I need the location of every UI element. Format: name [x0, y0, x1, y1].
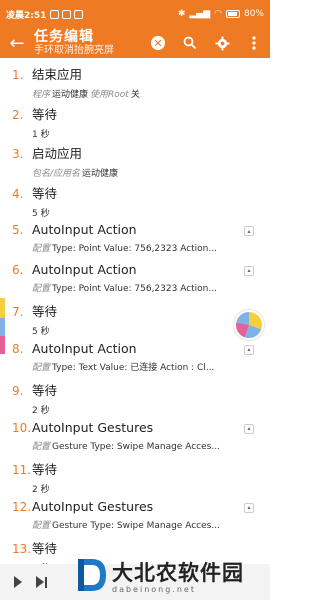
detail-value: Gesture Type: Swipe Manage Acces... [52, 441, 220, 452]
action-title: 等待 [32, 106, 58, 122]
list-item[interactable]: 8. AutoInput Action 配置 Type: Text Value: 已… [0, 337, 270, 377]
action-number: 1. [12, 68, 24, 82]
more-button[interactable] [238, 28, 270, 58]
more-vert-icon [252, 36, 256, 50]
action-number: 3. [12, 147, 24, 161]
play-icon[interactable] [14, 576, 22, 588]
gear-icon [214, 35, 230, 51]
detail-value: 2 秒 [32, 406, 50, 416]
search-icon [183, 36, 197, 50]
battery-level: 80% [243, 9, 264, 19]
detail-value: 1 秒 [32, 129, 50, 140]
action-number: 2. [12, 107, 24, 122]
notification-icon [74, 9, 84, 19]
detail-value: Type: Text Value: 已连接 Action : Cl... [52, 362, 215, 373]
action-number: 4. [12, 186, 24, 201]
detail-value: 5 秒 [32, 327, 50, 337]
list-item[interactable]: 10. AutoInput Gestures 配置 Gesture Type: Sw… [0, 416, 270, 456]
settings-button[interactable] [206, 28, 238, 58]
detail-label: 配置 [32, 244, 51, 254]
detail-value: Gesture Type: Swipe Manage Acces... [52, 520, 220, 531]
list-item[interactable]: 6. AutoInput Action 配置 Type: Point Value: … [0, 258, 270, 298]
app-bar: ← 任务编辑 手环取消抬腕亮屏 ✕ [0, 28, 270, 58]
detail-value: 运动健康 [52, 90, 89, 100]
action-title: AutoInput Gestures [32, 419, 154, 435]
detail-label: 配置 [32, 362, 51, 373]
action-number: 6. [12, 262, 24, 277]
list-item[interactable]: 9. 等待 2 秒 [0, 376, 270, 416]
detail-label: 包名/应用名 [32, 169, 81, 179]
plugin-icon[interactable]: ▴ [244, 423, 254, 434]
action-title: 结束应用 [32, 67, 83, 82]
detail-value: 关 [130, 90, 140, 100]
bluetooth-icon: ✱ [177, 9, 186, 19]
detail-value: 运动健康 [82, 169, 119, 179]
action-title: 启动应用 [32, 146, 83, 161]
watermark-text: 大北农软件园 [112, 559, 244, 585]
list-item[interactable]: 3. 启动应用 包名/应用名 运动健康 [0, 139, 270, 179]
action-number: 5. [12, 223, 24, 237]
list-item[interactable]: 1. 结束应用 程序 运动健康 使用Root 关 [0, 60, 270, 100]
action-number: 8. [12, 341, 24, 356]
detail-value: 5 秒 [32, 208, 50, 219]
page-subtitle: 手环取消抬腕亮屏 [34, 45, 114, 57]
clear-button[interactable]: ✕ [142, 28, 174, 58]
action-number: 9. [12, 384, 24, 398]
list-item[interactable]: 12. AutoInput Gestures 配置 Gesture Type: Sw… [0, 495, 270, 535]
list-item[interactable]: 2. 等待 1 秒 [0, 100, 270, 140]
action-title: AutoInput Gestures [32, 498, 154, 514]
watermark-logo-icon [74, 555, 108, 595]
action-title: 等待 [32, 462, 58, 477]
arrow-left-icon: ← [9, 32, 25, 54]
action-title: AutoInput Action [32, 340, 137, 356]
skip-bar [45, 576, 47, 588]
detail-label: 配置 [32, 283, 51, 294]
title-block: 任务编辑 手环取消抬腕亮屏 [34, 28, 142, 57]
status-time: 凌晨2:51 [6, 10, 47, 21]
close-circle-icon: ✕ [151, 36, 165, 50]
plugin-icon[interactable]: ▴ [244, 502, 254, 513]
detail-label: 配置 [32, 520, 51, 531]
notification-icons [50, 9, 84, 19]
action-title: 等待 [32, 185, 58, 201]
action-title: AutoInput Action [32, 261, 137, 277]
watermark: 大北农软件园 dabeinong.net [74, 550, 270, 600]
list-item[interactable]: 5. AutoInput Action 配置 Type: Point Value: … [0, 218, 270, 258]
wifi-icon: ◠ [214, 9, 222, 19]
detail-label: 配置 [32, 441, 51, 452]
detail-value: Type: Point Value: 756,2323 Action... [52, 244, 217, 254]
status-bar: 凌晨2:51 ✱ ▂▄▆ ◠ 80% [0, 0, 270, 28]
floating-pie-widget[interactable] [234, 310, 264, 340]
list-item[interactable]: 7. 等待 5 秒 [0, 297, 270, 337]
play-triangle [36, 576, 44, 588]
action-title: AutoInput Action [32, 222, 137, 237]
plugin-icon[interactable]: ▴ [244, 226, 254, 236]
action-title: 等待 [32, 304, 58, 319]
detail-value: 2 秒 [32, 485, 50, 495]
action-title: 等待 [32, 541, 58, 556]
detail-label: 程序 [32, 90, 51, 100]
action-number: 7. [12, 305, 24, 319]
page-title: 任务编辑 [34, 28, 94, 45]
detail-value: Type: Point Value: 756,2323 Action... [52, 283, 217, 294]
signal-icon: ▂▄▆ [189, 9, 211, 19]
action-number: 12. [12, 499, 32, 514]
notification-icon [62, 9, 72, 19]
action-title: 等待 [32, 383, 58, 398]
plugin-icon[interactable]: ▴ [244, 265, 254, 276]
skip-next-icon[interactable] [36, 576, 47, 588]
action-list: 1. 结束应用 程序 运动健康 使用Root 关 2. 等待 1 秒 3. 启动应用 包名/… [0, 60, 270, 564]
action-number: 13. [12, 542, 32, 556]
battery-icon [225, 10, 240, 18]
plugin-icon[interactable]: ▴ [244, 344, 254, 355]
list-item[interactable]: 4. 等待 5 秒 [0, 179, 270, 219]
action-number: 10. [12, 420, 32, 435]
search-button[interactable] [174, 28, 206, 58]
detail-label: 使用Root [90, 90, 129, 100]
action-number: 11. [12, 463, 32, 477]
back-button[interactable]: ← [0, 28, 34, 58]
list-item[interactable]: 11. 等待 2 秒 [0, 455, 270, 495]
notification-icon [50, 9, 60, 19]
